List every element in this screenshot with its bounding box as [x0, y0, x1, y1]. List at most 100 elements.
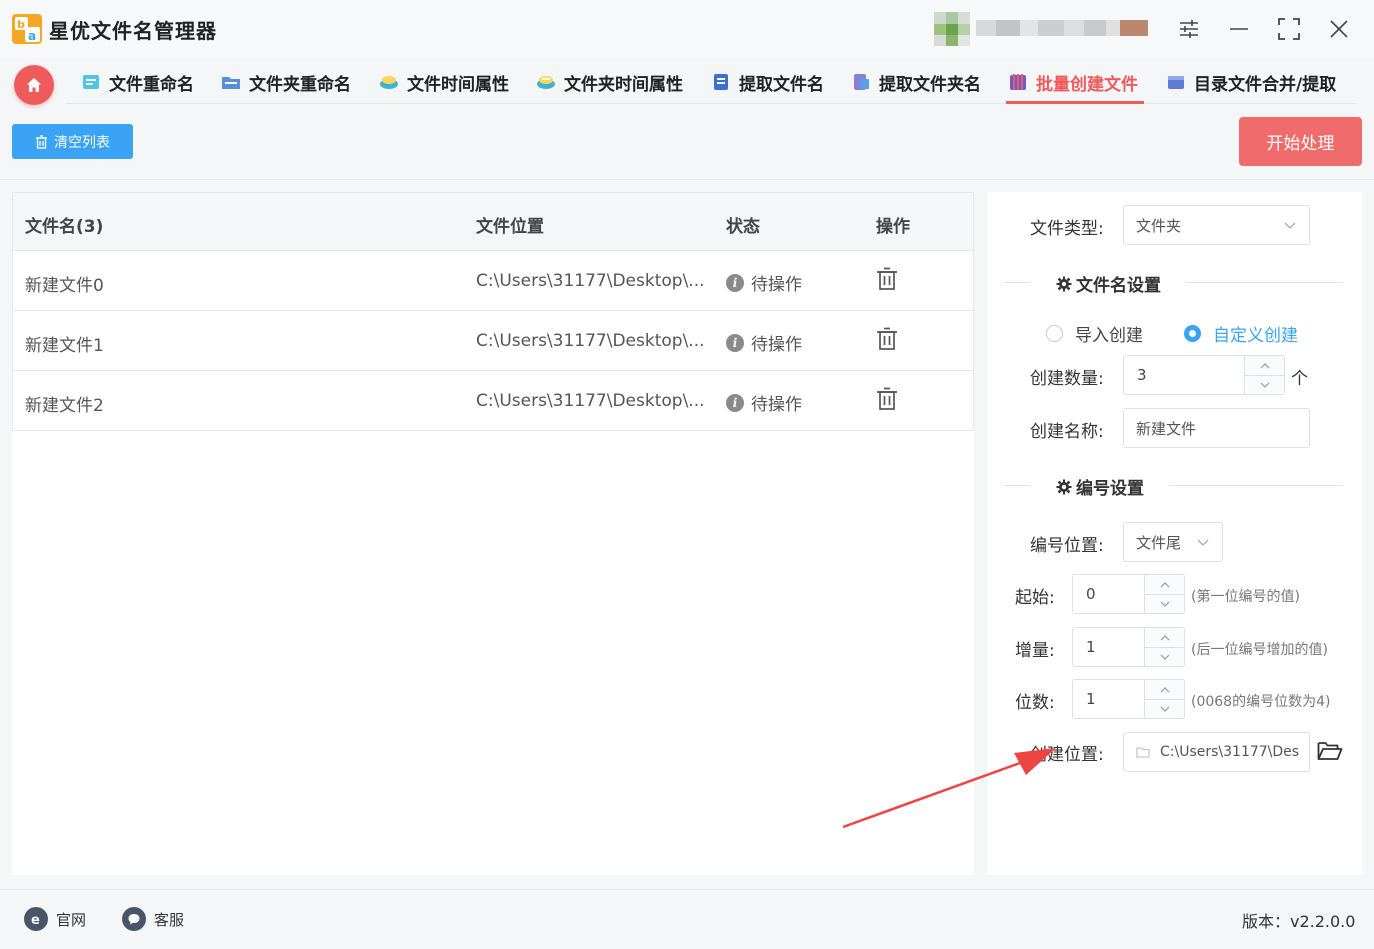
decrement-icon[interactable]	[1245, 375, 1285, 394]
tab-file-time[interactable]: 文件时间属性	[379, 68, 509, 96]
row-filename: 新建文件0	[25, 276, 104, 296]
app-logo-icon: b a	[12, 14, 42, 44]
create-count-stepper[interactable]: 3	[1123, 355, 1285, 395]
number-position-select[interactable]: 文件尾	[1123, 522, 1223, 562]
chat-icon	[122, 907, 146, 931]
table-row[interactable]: 新建文件1 C:\Users\31177\Desktop\... i 待操作	[12, 311, 974, 371]
tab-extract-foldername[interactable]: 提取文件夹名	[851, 68, 981, 96]
tab-folder-rename[interactable]: 文件夹重命名	[221, 68, 351, 96]
toolbar-divider	[0, 179, 1374, 180]
increment-icon[interactable]	[1145, 680, 1185, 699]
website-link[interactable]: e 官网	[24, 907, 86, 931]
create-location-label: 创建位置:	[1030, 745, 1104, 765]
row-status: i 待操作	[726, 330, 802, 355]
file-type-label: 文件类型:	[1030, 219, 1104, 239]
start-processing-button[interactable]: 开始处理	[1239, 117, 1362, 166]
footer-divider	[0, 889, 1374, 890]
radio-import-create[interactable]: 导入创建	[1046, 321, 1143, 346]
decrement-icon[interactable]	[1145, 699, 1185, 718]
create-location-input[interactable]: C:\Users\31177\Des	[1123, 732, 1310, 772]
filename-section-header: 文件名设置	[1004, 271, 1343, 296]
file-type-select[interactable]: 文件夹	[1123, 205, 1310, 245]
info-icon: i	[726, 273, 744, 292]
support-link[interactable]: 客服	[122, 907, 184, 931]
tab-dir-merge[interactable]: 目录文件合并/提取	[1166, 68, 1336, 96]
row-location: C:\Users\31177\Desktop\...	[476, 331, 705, 351]
browser-icon: e	[24, 907, 48, 931]
file-list-table: 文件名(3) 文件位置 状态 操作 新建文件0 C:\Users\31177\D…	[12, 192, 974, 875]
info-icon: i	[726, 393, 744, 412]
delete-icon[interactable]	[876, 267, 898, 291]
digits-stepper[interactable]: 1	[1072, 679, 1185, 719]
gear-icon	[1056, 479, 1072, 494]
info-icon: i	[726, 333, 744, 352]
row-filename: 新建文件1	[25, 336, 104, 356]
row-filename: 新建文件2	[25, 396, 104, 416]
delete-icon[interactable]	[876, 327, 898, 351]
user-name-blurred	[976, 20, 1148, 36]
tab-batch-create[interactable]: 批量创建文件	[1008, 68, 1138, 96]
increment-stepper[interactable]: 1	[1072, 627, 1185, 667]
home-button[interactable]	[14, 65, 54, 105]
extract-foldername-icon	[854, 74, 869, 90]
maximize-icon[interactable]	[1274, 14, 1304, 44]
decrement-icon[interactable]	[1145, 594, 1185, 613]
tab-folder-time[interactable]: 文件夹时间属性	[536, 68, 683, 96]
numbering-section-header: 编号设置	[1004, 474, 1343, 499]
table-header: 文件名(3) 文件位置 状态 操作	[12, 192, 974, 251]
increment-icon[interactable]	[1145, 575, 1185, 594]
chevron-down-icon	[1284, 222, 1296, 229]
header-name: 文件名(3)	[25, 217, 104, 237]
home-icon	[27, 78, 41, 92]
table-row[interactable]: 新建文件0 C:\Users\31177\Desktop\... i 待操作	[12, 251, 974, 311]
start-stepper[interactable]: 0	[1072, 574, 1185, 614]
digits-label: 位数:	[1015, 693, 1055, 713]
folder-time-icon	[537, 76, 555, 89]
version-label: 版本：v2.2.0.0	[1242, 912, 1356, 931]
chevron-down-icon	[1197, 539, 1209, 546]
row-status: i 待操作	[726, 270, 802, 295]
decrement-icon[interactable]	[1145, 647, 1185, 666]
active-tab-indicator	[1006, 101, 1144, 104]
row-status: i 待操作	[726, 390, 802, 415]
gear-icon	[1056, 276, 1072, 291]
nav-tabs: 文件重命名 文件夹重命名 文件时间属性 文件夹时间属性 提取文件名 提取文件夹名…	[66, 58, 1356, 104]
minimize-icon[interactable]	[1224, 14, 1254, 44]
increment-hint: (后一位编号增加的值)	[1191, 642, 1328, 658]
batch-create-icon	[1010, 74, 1026, 90]
rename-folder-icon	[222, 77, 240, 89]
numbering-section-title: 编号设置	[1076, 479, 1144, 499]
extract-filename-icon	[714, 74, 728, 90]
header-location: 文件位置	[476, 217, 544, 237]
svg-text:a: a	[28, 29, 36, 43]
header-action: 操作	[876, 217, 910, 237]
settings-sliders-icon[interactable]	[1174, 14, 1204, 44]
table-row[interactable]: 新建文件2 C:\Users\31177\Desktop\... i 待操作	[12, 371, 974, 431]
folder-open-icon[interactable]	[1317, 740, 1343, 762]
digits-hint: (0068的编号位数为4)	[1191, 694, 1331, 710]
settings-panel: 文件类型: 文件夹 文件名设置 导入创建 自定义创建 创建数量: 3 个 创建名…	[987, 192, 1362, 875]
folder-icon	[1136, 747, 1150, 758]
rename-file-icon	[83, 75, 99, 89]
dir-merge-icon	[1168, 76, 1184, 89]
clear-list-button[interactable]: 清空列表	[12, 124, 133, 159]
increment-label: 增量:	[1015, 641, 1055, 661]
tab-extract-filename[interactable]: 提取文件名	[711, 68, 824, 96]
user-avatar[interactable]	[934, 12, 970, 46]
count-unit: 个	[1291, 369, 1308, 389]
create-name-input[interactable]: 新建文件	[1123, 408, 1310, 448]
start-hint: (第一位编号的值)	[1191, 589, 1300, 605]
filename-section-title: 文件名设置	[1076, 276, 1161, 296]
increment-icon[interactable]	[1245, 356, 1285, 375]
increment-icon[interactable]	[1145, 628, 1185, 647]
file-time-icon	[380, 76, 398, 89]
number-position-label: 编号位置:	[1030, 536, 1104, 556]
row-location: C:\Users\31177\Desktop\...	[476, 271, 705, 291]
radio-custom-create[interactable]: 自定义创建	[1184, 321, 1298, 346]
close-icon[interactable]	[1324, 14, 1354, 44]
svg-text:b: b	[17, 18, 25, 31]
row-location: C:\Users\31177\Desktop\...	[476, 391, 705, 411]
tab-file-rename[interactable]: 文件重命名	[81, 68, 194, 96]
delete-icon[interactable]	[876, 387, 898, 411]
trash-icon	[36, 134, 47, 149]
